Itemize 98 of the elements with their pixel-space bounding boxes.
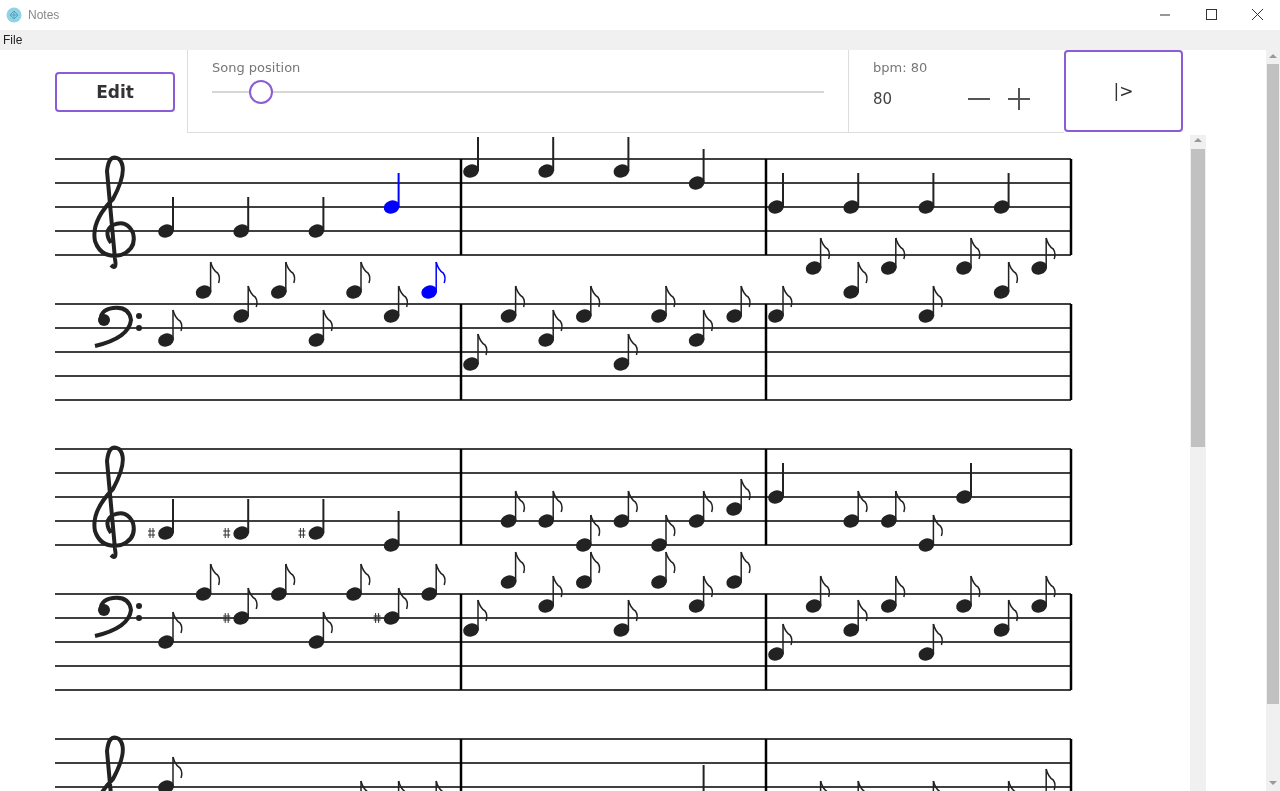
- eighth-note[interactable]: [158, 611, 183, 649]
- increase-button[interactable]: [1005, 85, 1033, 113]
- eighth-note[interactable]: [688, 309, 714, 347]
- eighth-note[interactable]: [880, 575, 906, 613]
- eighth-note[interactable]: [575, 514, 601, 552]
- eighth-note[interactable]: [538, 490, 563, 528]
- eighth-note[interactable]: [993, 599, 1019, 637]
- eighth-note[interactable]: [270, 261, 296, 299]
- eighth-note[interactable]: [918, 623, 943, 661]
- song-position-label: Song position: [212, 60, 302, 75]
- edit-button[interactable]: Edit: [55, 72, 175, 112]
- file-menu[interactable]: File: [0, 33, 26, 47]
- bpm-label: bpm: 80: [873, 60, 929, 75]
- quarter-note[interactable]: [233, 196, 250, 238]
- quarter-note[interactable]: [538, 136, 555, 178]
- eighth-note[interactable]: [1031, 237, 1056, 275]
- minus-icon: [967, 98, 991, 100]
- eighth-note[interactable]: [956, 237, 981, 275]
- window-title: Notes: [28, 8, 60, 22]
- eighth-note[interactable]: [383, 285, 409, 323]
- eighth-note[interactable]: [805, 237, 831, 275]
- bpm-field[interactable]: 80: [873, 90, 953, 108]
- treble-clef-icon: [92, 155, 136, 269]
- quarter-note[interactable]: [613, 136, 630, 178]
- treble-clef-icon: [92, 445, 136, 559]
- scrollbar[interactable]: [1190, 135, 1206, 791]
- eighth-note[interactable]: [613, 490, 638, 528]
- eighth-note[interactable]: [768, 285, 793, 323]
- eighth-note[interactable]: [918, 285, 943, 323]
- quarter-note[interactable]: [297, 498, 325, 540]
- eighth-note[interactable]: [726, 551, 751, 589]
- eighth-note[interactable]: [651, 551, 676, 589]
- quarter-note[interactable]: [768, 462, 784, 504]
- eighth-note[interactable]: [308, 611, 333, 649]
- quarter-note[interactable]: [956, 462, 972, 504]
- eighth-note[interactable]: [158, 756, 183, 791]
- eighth-note[interactable]: [918, 514, 943, 552]
- bass-clef-icon: [94, 595, 142, 638]
- quarter-note[interactable]: [702, 764, 705, 791]
- eighth-note[interactable]: [308, 309, 333, 347]
- eighth-note[interactable]: [688, 575, 714, 613]
- eighth-note[interactable]: [463, 599, 488, 637]
- eighth-note[interactable]: [195, 261, 221, 299]
- eighth-note[interactable]: [538, 575, 563, 613]
- eighth-note[interactable]: [463, 333, 488, 371]
- play-button[interactable]: |>: [1064, 50, 1183, 132]
- eighth-note[interactable]: [421, 261, 446, 299]
- eighth-note[interactable]: [932, 780, 943, 791]
- quarter-note[interactable]: [918, 172, 935, 214]
- plus-icon: [1007, 87, 1031, 111]
- quarter-note[interactable]: [383, 510, 400, 552]
- eighth-note[interactable]: [726, 478, 751, 516]
- eighth-note[interactable]: [651, 285, 676, 323]
- bass-clef-icon: [94, 305, 142, 348]
- song-position-slider[interactable]: [212, 79, 824, 105]
- quarter-note[interactable]: [688, 148, 705, 190]
- eighth-note[interactable]: [613, 333, 638, 371]
- eighth-note[interactable]: [575, 551, 601, 589]
- eighth-note[interactable]: [688, 490, 714, 528]
- eighth-note[interactable]: [956, 575, 981, 613]
- eighth-note[interactable]: [373, 587, 409, 625]
- eighth-note[interactable]: [538, 309, 563, 347]
- eighth-note[interactable]: [233, 285, 258, 323]
- eighth-note[interactable]: [346, 563, 371, 601]
- slider-thumb[interactable]: [248, 80, 273, 104]
- eighth-note[interactable]: [880, 237, 906, 275]
- eighth-note[interactable]: [270, 563, 296, 601]
- eighth-note[interactable]: [500, 551, 526, 589]
- eighth-note[interactable]: [158, 309, 183, 347]
- eighth-note[interactable]: [500, 285, 526, 323]
- eighth-note[interactable]: [613, 599, 638, 637]
- eighth-note[interactable]: [843, 261, 868, 299]
- eighth-note[interactable]: [500, 490, 526, 528]
- eighth-note[interactable]: [843, 599, 868, 637]
- quarter-note[interactable]: [222, 498, 250, 540]
- eighth-note[interactable]: [843, 490, 868, 528]
- quarter-note[interactable]: [383, 172, 400, 214]
- quarter-note[interactable]: [768, 172, 784, 214]
- eighth-note[interactable]: [993, 261, 1019, 299]
- eighth-note[interactable]: [651, 514, 676, 552]
- quarter-note[interactable]: [993, 172, 1010, 214]
- eighth-note[interactable]: [421, 563, 446, 601]
- eighth-note[interactable]: [195, 563, 221, 601]
- eighth-note[interactable]: [1045, 768, 1056, 791]
- quarter-note[interactable]: [158, 196, 174, 238]
- quarter-note[interactable]: [843, 172, 860, 214]
- eighth-note[interactable]: [1031, 575, 1056, 613]
- eighth-note[interactable]: [575, 285, 601, 323]
- app-icon: [6, 7, 22, 23]
- eighth-note[interactable]: [768, 623, 793, 661]
- eighth-note[interactable]: [346, 261, 371, 299]
- eighth-note[interactable]: [222, 587, 258, 625]
- eighth-note[interactable]: [805, 575, 831, 613]
- quarter-note[interactable]: [463, 136, 479, 178]
- eighth-note[interactable]: [880, 490, 906, 528]
- quarter-note[interactable]: [147, 498, 174, 540]
- eighth-note[interactable]: [726, 285, 751, 323]
- quarter-note[interactable]: [308, 196, 325, 238]
